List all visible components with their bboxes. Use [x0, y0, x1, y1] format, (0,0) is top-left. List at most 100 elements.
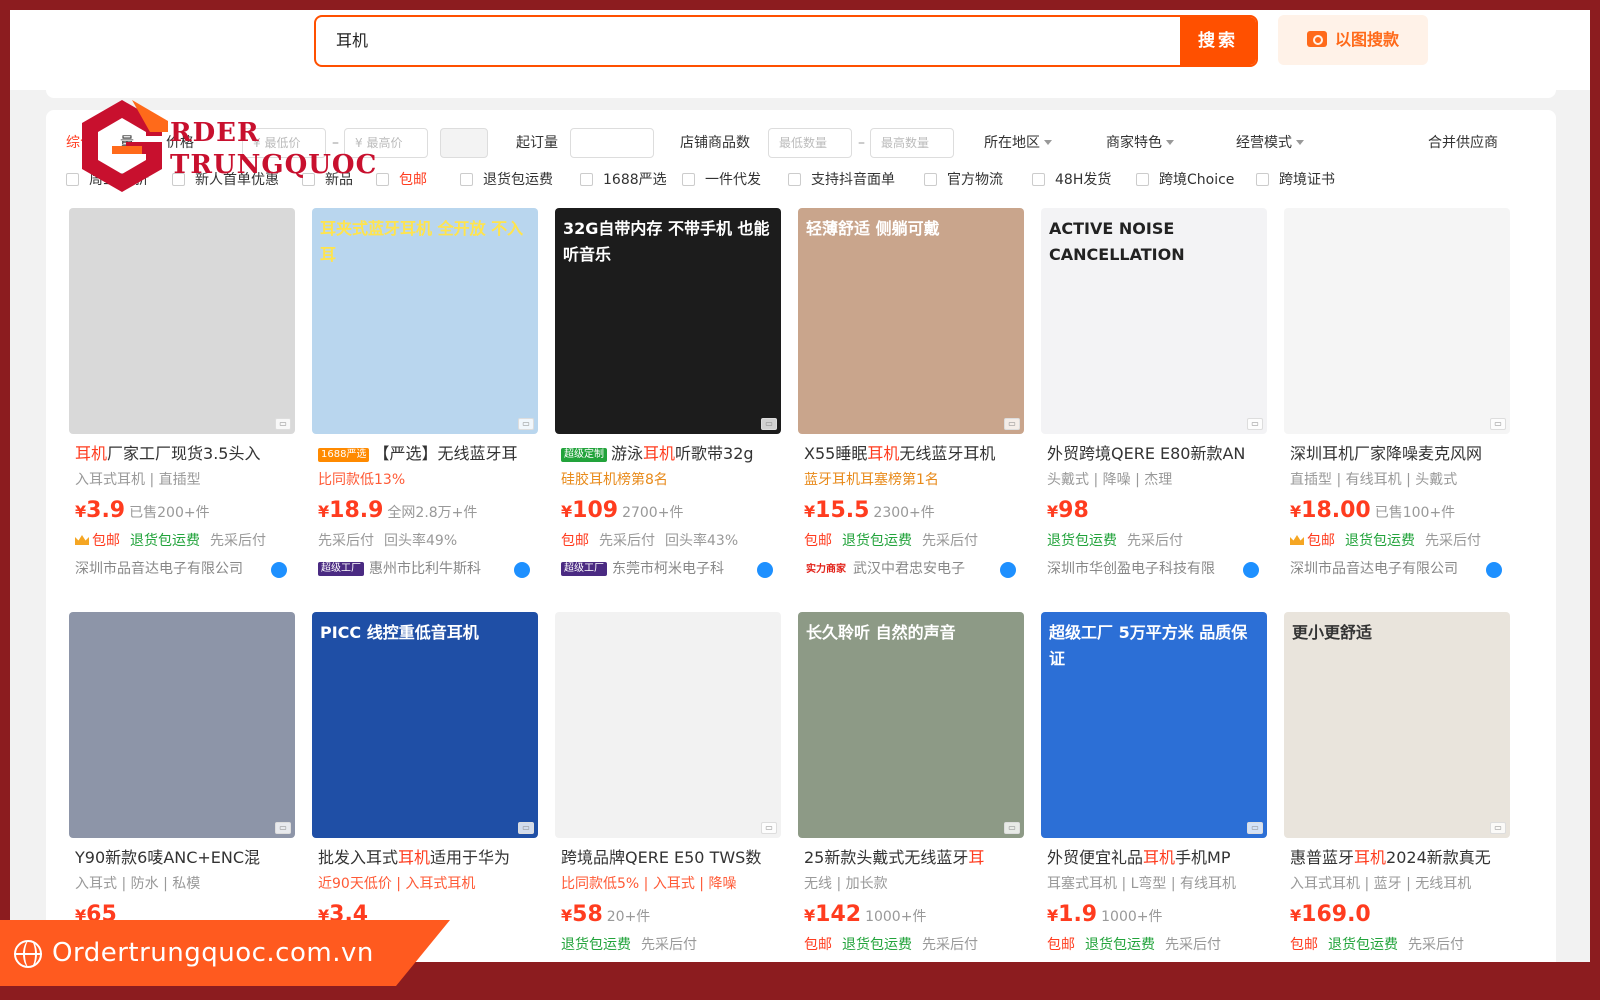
checkbox-icon[interactable] [788, 173, 801, 186]
product-image[interactable]: 耳夹式蓝牙耳机 全开放 不入耳 ▭ [312, 208, 538, 434]
filter-checkbox[interactable]: 退货包运费 [460, 166, 553, 194]
image-search-button[interactable]: 以图搜款 [1278, 15, 1428, 65]
filter-checkbox[interactable]: 跨境Choice [1136, 166, 1234, 194]
product-title[interactable]: 25新款头戴式无线蓝牙耳 [804, 846, 1026, 870]
filter-checkbox[interactable]: 支持抖音面单 [788, 166, 895, 194]
product-title[interactable]: 耳机厂家工厂现货3.5头入 [75, 442, 297, 466]
checkbox-icon[interactable] [376, 173, 389, 186]
checkbox-icon[interactable] [580, 173, 593, 186]
similar-icon[interactable]: ▭ [518, 822, 534, 834]
similar-icon[interactable]: ▭ [1004, 418, 1020, 430]
search-button[interactable]: 搜索 [1180, 17, 1256, 65]
view-toggle[interactable] [440, 128, 488, 158]
shop-label: 深圳市华创盈电子科技有限 [1047, 561, 1215, 577]
similar-icon[interactable]: ▭ [518, 418, 534, 430]
region-dropdown[interactable]: 所在地区 [984, 126, 1052, 160]
checkbox-icon[interactable] [1256, 173, 1269, 186]
filter-checkbox[interactable]: 包邮 [376, 166, 427, 194]
product-image[interactable]: ACTIVE NOISE CANCELLATION ▭ [1041, 208, 1267, 434]
product-title[interactable]: 批发入耳式耳机适用于华为 [318, 846, 540, 870]
shop-name[interactable]: 深圳市品音达电子有限公司 [75, 558, 297, 580]
filter-checkbox[interactable]: 1688严选 [580, 166, 667, 194]
similar-icon[interactable]: ▭ [761, 822, 777, 834]
product-title[interactable]: 外贸跨境QERE E80新款AN [1047, 442, 1269, 466]
max-qty-input[interactable]: 最高数量 [870, 128, 954, 158]
chat-icon[interactable] [757, 562, 773, 578]
min-qty-input[interactable]: 最低数量 [768, 128, 852, 158]
merchant-dropdown[interactable]: 商家特色 [1106, 126, 1174, 160]
shop-name[interactable]: 深圳市品音达电子有限公司 [1290, 558, 1512, 580]
product-title[interactable]: Y90新款6唛ANC+ENC混 [75, 846, 297, 870]
product-image[interactable]: ▭ [555, 612, 781, 838]
product-image[interactable]: ▭ [69, 612, 295, 838]
chat-icon[interactable] [1000, 562, 1016, 578]
similar-icon[interactable]: ▭ [1247, 418, 1263, 430]
region-label: 所在地区 [984, 135, 1040, 151]
product-image[interactable]: 更小更舒适 ▭ [1284, 612, 1510, 838]
similar-icon[interactable]: ▭ [275, 822, 291, 834]
product-title[interactable]: 跨境品牌QERE E50 TWS数 [561, 846, 783, 870]
chat-icon[interactable] [1486, 562, 1502, 578]
shop-name[interactable]: 超级工厂 惠州市比利牛斯科 [318, 558, 540, 580]
product-image[interactable]: 超级工厂 5万平方米 品质保证 ▭ [1041, 612, 1267, 838]
product-attributes: 蓝牙耳机耳塞榜第1名 [804, 472, 939, 488]
product-title[interactable]: X55睡眠耳机无线蓝牙耳机 [804, 442, 1026, 466]
product-image[interactable]: 轻薄舒适 侧躺可戴 ▭ [798, 208, 1024, 434]
search-input[interactable] [336, 17, 1116, 65]
filter-checkbox-label: 退货包运费 [483, 172, 553, 188]
similar-icon[interactable]: ▭ [1490, 822, 1506, 834]
title-keyword: 耳机 [398, 848, 431, 867]
product-image[interactable]: PICC 线控重低音耳机 ▭ [312, 612, 538, 838]
shop-label: 武汉中君忠安电子 [853, 561, 965, 577]
product-attributes: 硅胶耳机榜第8名 [561, 472, 668, 488]
service-tag: 包邮 [804, 937, 832, 953]
service-tag: 先采后付 [1425, 533, 1481, 549]
mode-dropdown[interactable]: 经营模式 [1236, 126, 1304, 160]
product-image[interactable]: 长久聆听 自然的声音 ▭ [798, 612, 1024, 838]
search-box[interactable]: 搜索 [314, 15, 1258, 67]
product-image[interactable]: ▭ [69, 208, 295, 434]
title-text: 听歌带32g [675, 444, 754, 463]
checkbox-icon[interactable] [1032, 173, 1045, 186]
title-prefix: 批发入耳式 [318, 848, 399, 867]
checkbox-icon[interactable] [682, 173, 695, 186]
service-tag: 先采后付 [210, 533, 266, 549]
product-price: ¥169.0 [1290, 902, 1371, 927]
shop-name[interactable]: 超级工厂 东莞市柯米电子科 [561, 558, 783, 580]
product-title[interactable]: 1688严选 【严选】无线蓝牙耳 [318, 442, 540, 466]
filter-checkbox[interactable]: 一件代发 [682, 166, 761, 194]
similar-icon[interactable]: ▭ [761, 418, 777, 430]
service-tag: 退货包运费 [1345, 533, 1415, 549]
min-order-input[interactable] [570, 128, 654, 158]
product-price: ¥18.9 [318, 498, 384, 523]
chat-icon[interactable] [514, 562, 530, 578]
similar-icon[interactable]: ▭ [1247, 822, 1263, 834]
similar-icon[interactable]: ▭ [1004, 822, 1020, 834]
similar-icon[interactable]: ▭ [275, 418, 291, 430]
filter-checkbox[interactable]: 跨境证书 [1256, 166, 1335, 194]
shop-name[interactable]: 实力商家 武汉中君忠安电子 [804, 558, 1026, 580]
filter-checkbox[interactable]: 48H发货 [1032, 166, 1111, 194]
product-title[interactable]: 超级定制 游泳耳机听歌带32g [561, 442, 783, 466]
title-prefix: 游泳 [611, 444, 644, 463]
chat-icon[interactable] [1243, 562, 1259, 578]
product-title[interactable]: 深圳耳机厂家降噪麦克风网 [1290, 442, 1512, 466]
title-text: Y90新款6唛ANC+ENC混 [75, 848, 261, 867]
filter-checkbox[interactable]: 官方物流 [924, 166, 1003, 194]
checkbox-icon[interactable] [1136, 173, 1149, 186]
filter-checkbox-label: 一件代发 [705, 172, 761, 188]
product-attributes: 无线 | 加长款 [804, 876, 888, 892]
shop-name[interactable]: 深圳市华创盈电子科技有限 [1047, 558, 1269, 580]
product-badge: 1688严选 [318, 448, 370, 462]
product-title[interactable]: 惠普蓝牙耳机2024新款真无 [1290, 846, 1512, 870]
checkbox-icon[interactable] [924, 173, 937, 186]
product-image[interactable]: ▭ [1284, 208, 1510, 434]
shop-badge: 超级工厂 [561, 562, 607, 576]
merge-suppliers[interactable]: 合并供应商 [1428, 126, 1498, 160]
chat-icon[interactable] [271, 562, 287, 578]
checkbox-icon[interactable] [460, 173, 473, 186]
sold-count: 1000+件 [865, 909, 927, 925]
product-title[interactable]: 外贸便宜礼品耳机手机MP [1047, 846, 1269, 870]
product-image[interactable]: 32G自带内存 不带手机 也能听音乐 ▭ [555, 208, 781, 434]
similar-icon[interactable]: ▭ [1490, 418, 1506, 430]
